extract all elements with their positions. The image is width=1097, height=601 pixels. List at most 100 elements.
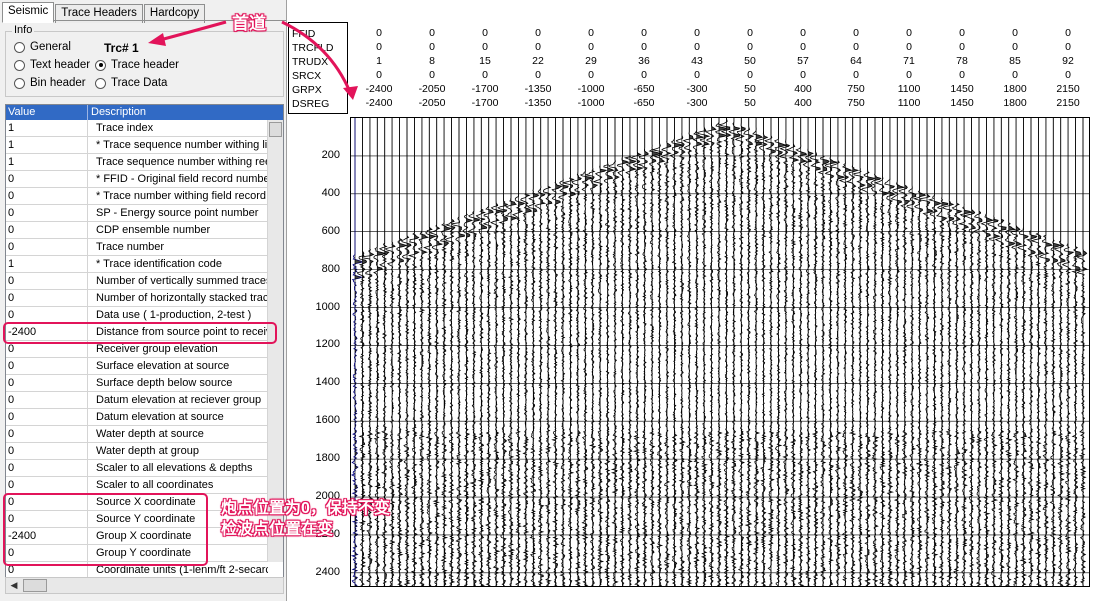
header-value-trudx: 85 (1009, 55, 1021, 67)
header-value-trcfld: 0 (694, 41, 700, 53)
header-value-trcfld: 0 (588, 41, 594, 53)
trace-fill (436, 118, 443, 586)
header-value-grpx: 1100 (897, 83, 921, 95)
row-value[interactable]: 0 (6, 222, 88, 238)
header-value-grpx: -1700 (471, 83, 499, 95)
trace-wiggle (543, 118, 553, 586)
row-value[interactable]: 0 (6, 409, 88, 425)
trace-wiggle (669, 118, 684, 586)
table-row[interactable]: 0 Scaler to all elevations & depths (6, 460, 283, 477)
trace-fill (444, 118, 451, 586)
row-value[interactable]: 0 (6, 307, 88, 323)
table-row[interactable]: 0 Number of horizontally stacked traces (6, 290, 283, 307)
row-value[interactable]: 0 (6, 188, 88, 204)
table-row[interactable]: 1 * Trace sequence number withing line (6, 137, 283, 154)
time-tick-label: 1000 (315, 300, 340, 313)
table-row[interactable]: 0 Datum elevation at reciever group (6, 392, 283, 409)
radio-general[interactable]: General (14, 41, 71, 53)
trace-wiggle (652, 118, 666, 586)
table-row[interactable]: 0 SP - Energy source point number (6, 205, 283, 222)
grid-scroll-thumb[interactable] (269, 122, 282, 137)
header-value-ffid: 0 (853, 27, 859, 39)
radio-text-header[interactable]: Text header (14, 59, 90, 71)
trace-wiggle (717, 118, 732, 586)
table-row[interactable]: 0 Trace number (6, 239, 283, 256)
header-value-dsreg: 1100 (897, 97, 921, 109)
table-row[interactable]: 0 Water depth at group (6, 443, 283, 460)
radio-text-header-dot[interactable] (14, 59, 25, 71)
trace-wiggle (444, 118, 456, 586)
row-value[interactable]: 1 (6, 137, 88, 153)
table-row[interactable]: 0 * Trace number withing field record (6, 188, 283, 205)
table-row[interactable]: 0 Scaler to all coordinates (6, 477, 283, 494)
grid-hscroll-thumb[interactable] (23, 579, 47, 592)
table-row[interactable]: 1 Trace index (6, 120, 283, 137)
trace-fill (503, 118, 508, 586)
tab-seismic[interactable]: Seismic (2, 2, 55, 23)
time-tick-label: 1200 (315, 338, 340, 351)
seismic-plot[interactable] (350, 117, 1090, 587)
row-description: * Trace identification code (96, 258, 222, 270)
radio-trace-data-dot[interactable] (95, 77, 106, 89)
radio-trace-header-dot[interactable] (95, 59, 106, 71)
grid-horizontal-scrollbar[interactable]: ◀ (5, 577, 284, 594)
table-row[interactable]: 0 Number of vertically summed traces (6, 273, 283, 290)
trace-wiggle (1053, 118, 1066, 586)
row-description: Number of horizontally stacked traces (96, 292, 268, 304)
radio-bin-header-dot[interactable] (14, 77, 25, 89)
row-value[interactable]: 0 (6, 171, 88, 187)
table-row[interactable]: 0 Water depth at source (6, 426, 283, 443)
row-value[interactable]: 0 (6, 426, 88, 442)
header-value-dsreg: 1450 (950, 97, 974, 109)
row-value[interactable]: 0 (6, 443, 88, 459)
header-value-trudx: 43 (691, 55, 703, 67)
column-header-description[interactable]: Description (88, 105, 146, 120)
row-value[interactable]: 0 (6, 205, 88, 221)
annotation-note-line2: 检波点位置在变 (221, 521, 334, 538)
table-row[interactable]: 0 Datum elevation at source (6, 409, 283, 426)
radio-trace-header[interactable]: Trace header (95, 59, 179, 71)
table-row[interactable]: 0 Surface depth below source (6, 375, 283, 392)
row-value[interactable]: 0 (6, 358, 88, 374)
radio-general-dot[interactable] (14, 41, 25, 53)
trace-fill (1075, 118, 1082, 586)
row-value[interactable]: 1 (6, 120, 88, 136)
radio-bin-header[interactable]: Bin header (14, 77, 86, 89)
trace-fill (466, 118, 473, 586)
trace-wiggle (809, 118, 821, 586)
header-value-dsreg: -300 (686, 97, 708, 109)
table-row[interactable]: 0 * FFID - Original field record number (6, 171, 283, 188)
header-value-dsreg: -650 (633, 97, 655, 109)
row-value[interactable]: 1 (6, 154, 88, 170)
row-value[interactable]: 1 (6, 256, 88, 272)
header-value-grpx: 400 (794, 83, 812, 95)
table-row[interactable]: 1 * Trace identification code (6, 256, 283, 273)
header-value-dsreg: 50 (744, 97, 756, 109)
row-description: Water depth at source (96, 428, 204, 440)
table-row[interactable]: 0 Surface elevation at source (6, 358, 283, 375)
header-value-ffid: 0 (694, 27, 700, 39)
row-value[interactable]: 0 (6, 239, 88, 255)
row-value[interactable]: 0 (6, 290, 88, 306)
header-value-srcx: 0 (800, 69, 806, 81)
trace-wiggle (873, 118, 890, 586)
row-value[interactable]: 0 (6, 273, 88, 289)
header-value-ffid: 0 (1065, 27, 1071, 39)
trace-wiggle (504, 118, 519, 586)
trace-wiggle (941, 118, 955, 586)
table-row[interactable]: 1 Trace sequence number withing reel (6, 154, 283, 171)
trace-fill (1023, 118, 1029, 586)
table-row[interactable]: 0 CDP ensemble number (6, 222, 283, 239)
row-description: Surface elevation at source (96, 360, 230, 372)
row-value[interactable]: 0 (6, 477, 88, 493)
row-value[interactable]: 0 (6, 392, 88, 408)
row-value[interactable]: 0 (6, 460, 88, 476)
column-header-value[interactable]: Value (6, 105, 88, 120)
trace-fill (726, 118, 731, 586)
header-value-trcfld: 0 (376, 41, 382, 53)
radio-trace-data[interactable]: Trace Data (95, 77, 167, 89)
row-value[interactable]: 0 (6, 375, 88, 391)
header-value-trudx: 29 (585, 55, 597, 67)
header-label: GRPX (292, 84, 322, 96)
scroll-left-arrow-icon[interactable]: ◀ (7, 579, 21, 592)
